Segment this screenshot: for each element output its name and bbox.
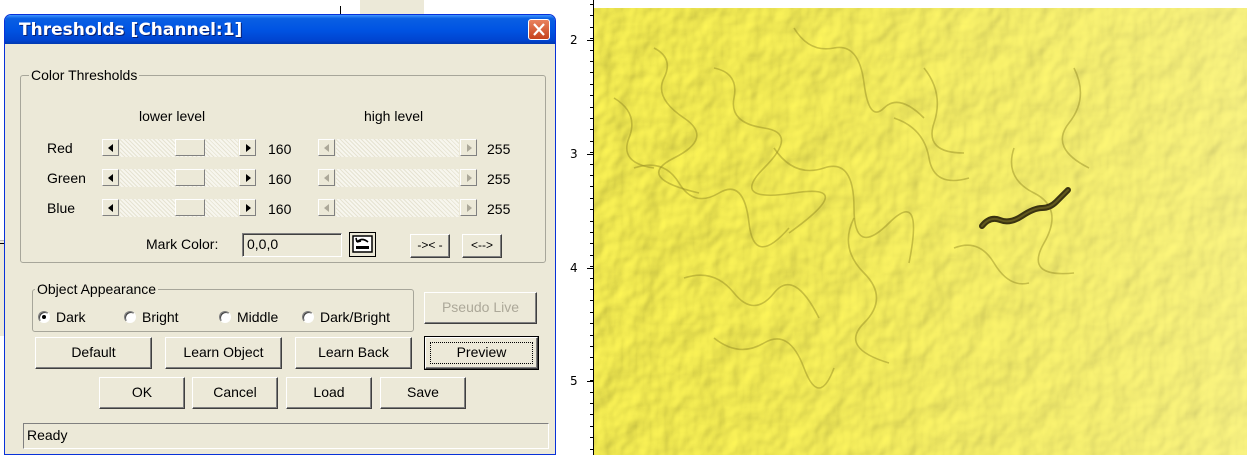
high-level-header: high level bbox=[364, 108, 424, 124]
lower-level-value: 160 bbox=[268, 201, 292, 217]
dialog-title: Thresholds [Channel:1] bbox=[19, 20, 243, 40]
vertical-ruler: 2 3 4 5 bbox=[560, 0, 596, 455]
mark-color-picker-button[interactable] bbox=[349, 232, 376, 257]
high-level-slider[interactable] bbox=[318, 199, 477, 217]
scrollbar-track[interactable] bbox=[336, 169, 459, 187]
thresholds-dialog: Thresholds [Channel:1] Color Thresholds … bbox=[4, 14, 556, 455]
high-level-slider[interactable] bbox=[318, 169, 477, 187]
ruler-major-tick bbox=[587, 40, 594, 41]
status-bar: Ready bbox=[23, 423, 549, 449]
channel-label: Green bbox=[47, 170, 86, 186]
high-level-value: 255 bbox=[487, 171, 511, 187]
scrollbar-thumb[interactable] bbox=[175, 169, 205, 186]
high-level-value: 255 bbox=[487, 141, 511, 157]
cancel-button[interactable]: Cancel bbox=[192, 377, 278, 409]
ruler-major-tick bbox=[587, 268, 594, 269]
title-bar[interactable]: Thresholds [Channel:1] bbox=[5, 15, 555, 44]
radio-indicator[interactable] bbox=[38, 311, 50, 323]
radio-label: Bright bbox=[142, 309, 179, 325]
mark-color-field[interactable]: 0,0,0 bbox=[242, 233, 342, 257]
arrow-right-icon[interactable] bbox=[239, 199, 256, 216]
expand-range-button[interactable]: <--> bbox=[462, 234, 502, 258]
scrollbar-track[interactable] bbox=[336, 139, 459, 157]
lower-level-value: 160 bbox=[268, 171, 292, 187]
lower-level-slider[interactable] bbox=[102, 169, 256, 187]
radio-indicator[interactable] bbox=[124, 311, 136, 323]
high-level-value: 255 bbox=[487, 201, 511, 217]
lower-level-slider[interactable] bbox=[102, 199, 256, 217]
ok-button[interactable]: OK bbox=[99, 377, 185, 409]
image-view bbox=[594, 8, 1247, 455]
arrow-right-icon[interactable] bbox=[239, 139, 256, 156]
ruler-label: 4 bbox=[570, 261, 578, 275]
radio-label: Dark/Bright bbox=[320, 309, 391, 325]
mark-color-label: Mark Color: bbox=[146, 236, 219, 252]
ruler-label: 2 bbox=[570, 33, 578, 47]
lower-level-header: lower level bbox=[139, 108, 206, 124]
close-icon bbox=[533, 23, 545, 36]
color-thresholds-label: Color Thresholds bbox=[29, 67, 140, 83]
learn-back-button[interactable]: Learn Back bbox=[295, 337, 412, 369]
radio-label: Dark bbox=[56, 309, 86, 325]
ruler-label: 5 bbox=[570, 374, 578, 388]
load-button[interactable]: Load bbox=[286, 377, 372, 409]
preview-button[interactable]: Preview bbox=[424, 336, 539, 370]
scrollbar-thumb[interactable] bbox=[175, 139, 205, 156]
close-button[interactable] bbox=[528, 19, 550, 40]
high-level-slider[interactable] bbox=[318, 139, 477, 157]
ruler-major-tick bbox=[587, 154, 594, 155]
channel-label: Red bbox=[47, 140, 73, 156]
save-button[interactable]: Save bbox=[380, 377, 466, 409]
channel-label: Blue bbox=[47, 200, 76, 216]
collapse-range-button[interactable]: ->< - bbox=[410, 234, 450, 258]
ruler-major-tick bbox=[587, 381, 594, 382]
radio-indicator[interactable] bbox=[219, 311, 231, 323]
lower-level-slider[interactable] bbox=[102, 139, 256, 157]
arrow-left-icon[interactable] bbox=[102, 169, 119, 186]
arrow-left-icon[interactable] bbox=[102, 139, 119, 156]
radio-indicator[interactable] bbox=[302, 311, 314, 323]
lower-level-value: 160 bbox=[268, 141, 292, 157]
color-picker-icon bbox=[352, 235, 373, 253]
arrow-left-icon[interactable] bbox=[102, 199, 119, 216]
arrow-right-icon[interactable] bbox=[460, 199, 477, 216]
object-appearance-label: Object Appearance bbox=[35, 281, 159, 297]
arrow-right-icon[interactable] bbox=[239, 169, 256, 186]
scrollbar-thumb[interactable] bbox=[175, 199, 205, 216]
ruler-label: 3 bbox=[570, 147, 578, 161]
pseudo-live-button[interactable]: Pseudo Live bbox=[424, 292, 537, 324]
scrollbar-track[interactable] bbox=[336, 199, 459, 217]
focus-ring bbox=[430, 342, 533, 364]
learn-object-button[interactable]: Learn Object bbox=[165, 337, 282, 369]
arrow-right-icon[interactable] bbox=[460, 169, 477, 186]
arrow-left-icon[interactable] bbox=[318, 199, 335, 216]
radio-label: Middle bbox=[237, 309, 279, 325]
ruler-tick bbox=[590, 4, 594, 5]
arrow-left-icon[interactable] bbox=[318, 169, 335, 186]
default-button[interactable]: Default bbox=[35, 337, 152, 369]
arrow-left-icon[interactable] bbox=[318, 139, 335, 156]
arrow-right-icon[interactable] bbox=[460, 139, 477, 156]
